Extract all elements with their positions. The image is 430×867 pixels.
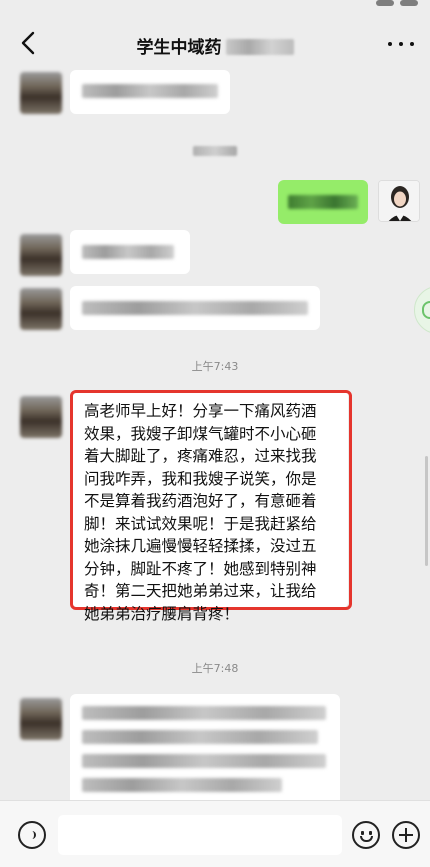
- avatar[interactable]: [20, 234, 62, 276]
- more-dots-icon[interactable]: [388, 34, 414, 54]
- redacted-text: [82, 706, 326, 720]
- message-bubble[interactable]: [70, 230, 190, 274]
- status-icons: [338, 0, 418, 10]
- redacted-text: [82, 301, 308, 315]
- chat-title: 学生中域药: [136, 37, 222, 58]
- timestamp: 上午7:43: [191, 360, 239, 373]
- message-bubble[interactable]: [70, 70, 230, 114]
- plus-icon[interactable]: [392, 821, 420, 849]
- redacted-timestamp: [193, 146, 237, 156]
- redacted-text: [82, 84, 218, 98]
- person-avatar-icon: [379, 181, 419, 221]
- chat-header: 学生中域药: [0, 14, 430, 76]
- signal-icon: [376, 0, 394, 6]
- redacted-text: [82, 778, 282, 792]
- widget-icon: [422, 301, 430, 319]
- timestamp: 上午7:48: [191, 662, 239, 675]
- avatar[interactable]: [20, 396, 62, 438]
- redacted-text: [82, 245, 174, 259]
- redacted-text: [82, 730, 318, 744]
- floating-widget[interactable]: [414, 286, 430, 334]
- message-bubble[interactable]: [70, 694, 340, 812]
- chevron-left-icon[interactable]: [16, 30, 42, 56]
- message-bubble[interactable]: [70, 286, 320, 330]
- status-bar: [0, 0, 430, 14]
- message-input[interactable]: [58, 815, 342, 855]
- redacted-text: [288, 195, 358, 209]
- avatar[interactable]: [20, 72, 62, 114]
- emoji-icon[interactable]: [352, 821, 380, 849]
- chat-area[interactable]: 上午7:43 高老师早上好！分享一下痛风药酒 效果，我嫂子卸煤气罐时不小心砸 着…: [0, 70, 430, 812]
- highlighted-message-text: 高老师早上好！分享一下痛风药酒 效果，我嫂子卸煤气罐时不小心砸 着大脚趾了，疼痛…: [84, 402, 317, 623]
- chat-title-wrap: 学生中域药: [137, 33, 294, 58]
- redacted-text: [82, 754, 326, 768]
- my-message-bubble[interactable]: [278, 180, 368, 224]
- scrollbar[interactable]: [425, 456, 428, 566]
- avatar[interactable]: [20, 698, 62, 740]
- my-avatar[interactable]: [378, 180, 420, 222]
- voice-icon[interactable]: [18, 821, 46, 849]
- redacted-title: [225, 38, 294, 55]
- battery-icon: [400, 0, 418, 6]
- input-bar: [0, 800, 430, 867]
- avatar[interactable]: [20, 288, 62, 330]
